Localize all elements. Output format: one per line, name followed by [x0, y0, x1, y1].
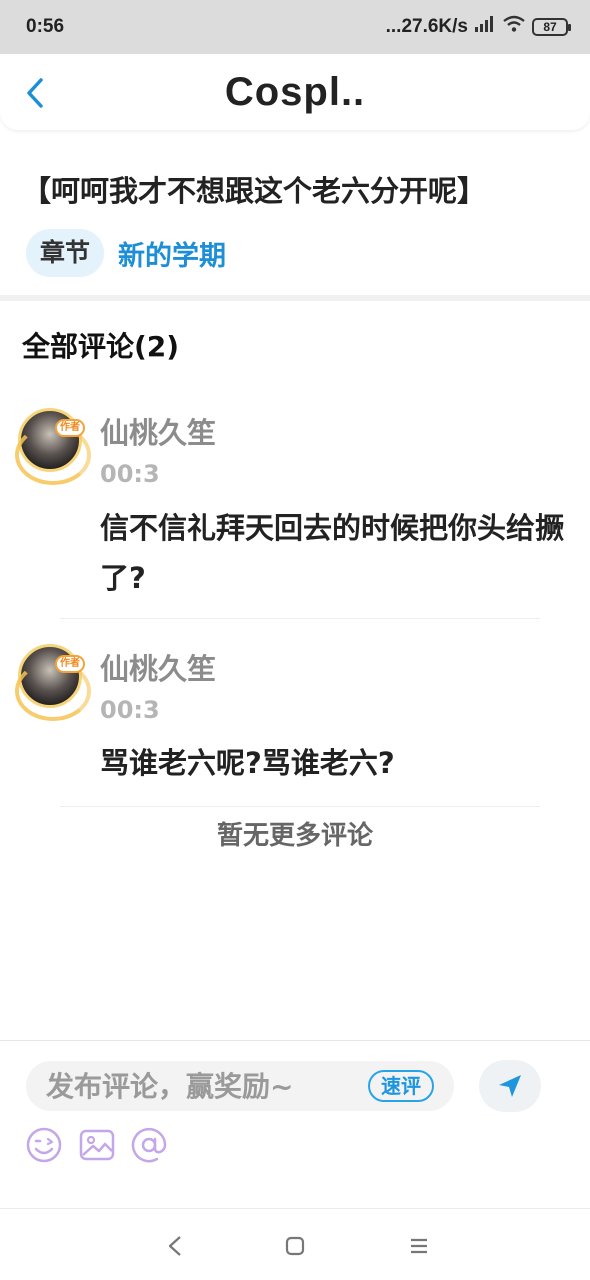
comments-header: 全部评论(2) — [22, 330, 180, 363]
comment-divider — [60, 806, 540, 807]
system-home-button[interactable] — [280, 1231, 310, 1261]
status-icons: ...27.6K/s 87 — [385, 15, 571, 39]
author-badge: 作者 — [55, 419, 85, 437]
chapter-link[interactable]: 新的学期 — [118, 234, 226, 273]
comment-time: 00:3 — [100, 460, 160, 488]
comment-composer: 速评 — [0, 1040, 590, 1208]
comment-divider — [60, 618, 540, 619]
page-title: Cospl.. — [224, 69, 366, 114]
send-button[interactable] — [479, 1060, 541, 1112]
back-triangle-icon — [168, 1236, 181, 1256]
system-menu-button[interactable] — [404, 1231, 434, 1261]
comment-username[interactable]: 仙桃久笙 — [100, 410, 216, 452]
system-back-button[interactable] — [160, 1231, 190, 1261]
home-square-icon — [285, 1236, 305, 1256]
author-badge: 作者 — [55, 655, 85, 673]
back-button[interactable] — [18, 76, 52, 110]
comment-time: 00:3 — [100, 696, 160, 724]
image-icon — [79, 1129, 115, 1161]
system-nav-bar — [0, 1208, 590, 1280]
battery-indicator: 87 — [532, 18, 571, 36]
emoji-icon — [26, 1127, 62, 1163]
chapter-title: 【呵呵我才不想跟这个老六分开呢】 — [22, 174, 487, 208]
comment-text[interactable]: 信不信礼拜天回去的时候把你头给撅了? — [100, 503, 570, 603]
emoji-button[interactable] — [24, 1125, 64, 1165]
status-time: 0:56 — [26, 16, 65, 37]
comment-username[interactable]: 仙桃久笙 — [100, 646, 216, 688]
network-speed: ...27.6K/s — [385, 16, 468, 37]
send-icon — [499, 1075, 521, 1097]
chapter-tag: 章节 — [26, 229, 105, 277]
mention-button[interactable] — [129, 1125, 169, 1165]
image-button[interactable] — [77, 1125, 117, 1165]
status-bar: 0:56 ...27.6K/s 87 — [0, 0, 590, 54]
section-divider — [0, 295, 590, 301]
wifi-icon — [502, 15, 526, 39]
no-more-comments: 暂无更多评论 — [216, 821, 373, 851]
comment-text[interactable]: 骂谁老六呢?骂谁老六? — [100, 738, 570, 788]
avatar[interactable]: 作者 — [15, 644, 91, 721]
chevron-left-icon — [27, 78, 43, 108]
quick-comment-button[interactable]: 速评 — [368, 1070, 434, 1102]
at-icon — [131, 1127, 167, 1163]
header-bar: Cospl.. — [0, 54, 590, 130]
menu-icon — [411, 1238, 427, 1254]
signal-icon — [474, 15, 496, 39]
avatar[interactable]: 作者 — [15, 408, 91, 485]
chapter-row: 章节 新的学期 — [26, 228, 226, 278]
